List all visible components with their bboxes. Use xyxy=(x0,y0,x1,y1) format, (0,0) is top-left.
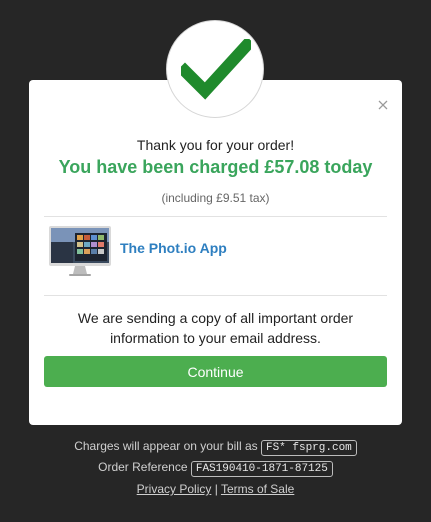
order-confirmation-dialog: Thank you for your order! You have been … xyxy=(29,80,402,425)
legal-links: Privacy Policy | Terms of Sale xyxy=(0,482,431,496)
charges-text: Charges will appear on your bill as xyxy=(74,439,258,453)
checkmark-icon xyxy=(181,39,251,100)
thank-you-message: Thank you for your order! xyxy=(136,137,295,153)
order-reference-label: Order Reference xyxy=(98,460,188,474)
divider xyxy=(44,295,387,296)
charges-line: Charges will appear on your bill as FS* … xyxy=(0,439,431,456)
close-button[interactable] xyxy=(376,98,390,112)
close-icon[interactable] xyxy=(376,98,390,112)
tax-note: (including £9.51 tax) xyxy=(161,191,270,205)
checkmark-badge xyxy=(166,20,264,118)
order-reference-line: Order Reference FAS190410-1871-87125 xyxy=(0,460,431,477)
product-image xyxy=(49,226,111,276)
order-reference-code: FAS190410-1871-87125 xyxy=(190,461,333,477)
terms-of-sale-link[interactable]: Terms of Sale xyxy=(221,482,294,496)
privacy-policy-link[interactable]: Privacy Policy xyxy=(137,482,212,496)
link-separator: | xyxy=(214,482,218,496)
product-name[interactable]: The Phot.io App xyxy=(120,240,227,256)
email-message: We are sending a copy of all important o… xyxy=(77,310,354,346)
charged-amount: You have been charged £57.08 today xyxy=(58,157,373,177)
divider xyxy=(44,216,387,217)
continue-button[interactable]: Continue xyxy=(44,356,387,387)
charges-code: FS* fsprg.com xyxy=(260,440,357,456)
